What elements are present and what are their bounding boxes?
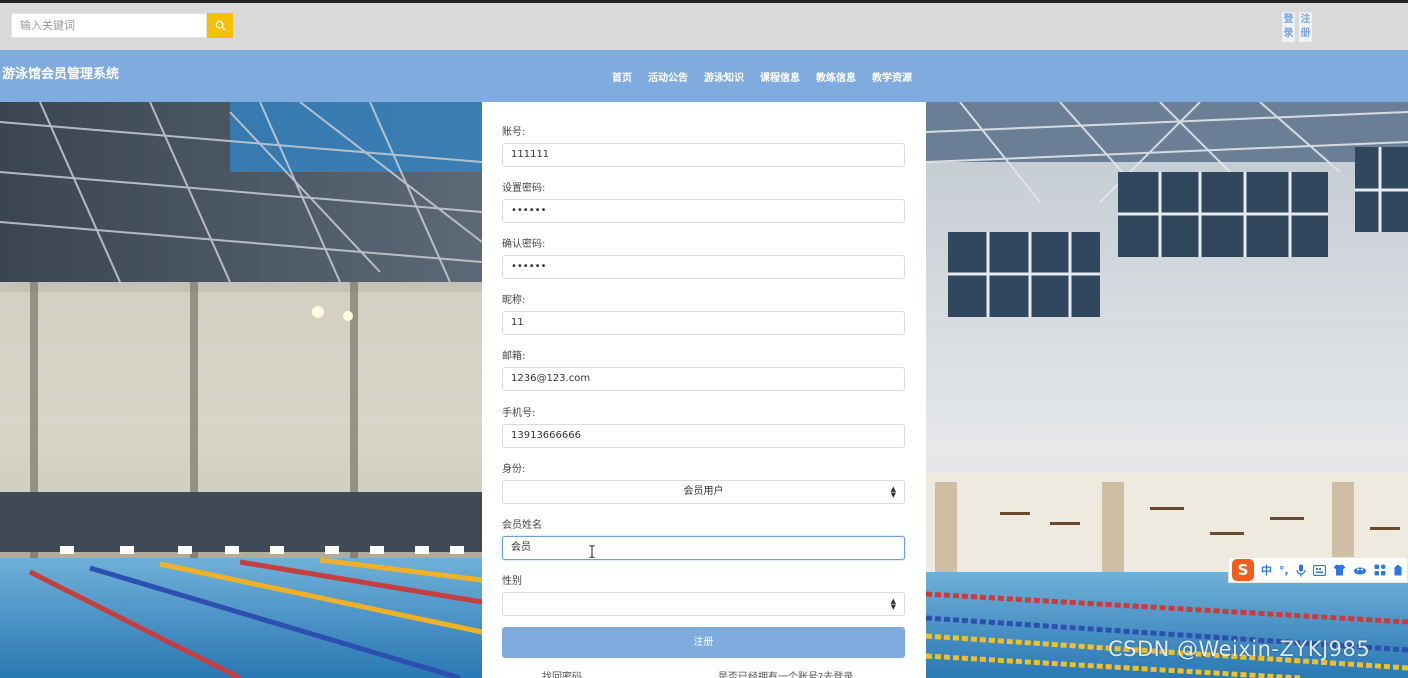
keyboard-icon[interactable] [1312, 564, 1326, 576]
account-label: 账号: [502, 127, 526, 138]
text-cursor-icon [589, 545, 595, 558]
login-link[interactable]: 登录 [1282, 12, 1295, 42]
register-form: 账号: 111111 设置密码: •••••• 确认密码: •••••• 昵称:… [482, 102, 926, 678]
site-title: 游泳馆会员管理系统 [2, 67, 120, 82]
gender-select[interactable]: ▲ ▼ [502, 592, 905, 616]
go-login-link[interactable]: 是否已经拥有一个账号?去登录 [718, 668, 853, 678]
email-input[interactable]: 1236@123.com [502, 367, 905, 391]
register-button[interactable]: 注册 [502, 627, 905, 658]
role-label: 身份: [502, 464, 526, 475]
nickname-input[interactable]: 11 [502, 311, 905, 335]
gender-label: 性别 [502, 576, 522, 587]
forgot-password-link[interactable]: 找回密码 [542, 668, 582, 678]
nav-item-home[interactable]: 首页 [612, 69, 632, 84]
microphone-icon[interactable] [1296, 564, 1306, 577]
skin-shirt-icon[interactable] [1333, 564, 1346, 576]
select-arrows-icon: ▲ ▼ [890, 597, 896, 611]
select-arrows-icon: ▲ ▼ [890, 485, 896, 499]
nav-item-resources[interactable]: 教学资源 [872, 69, 912, 84]
phone-input[interactable]: 13913666666 [502, 424, 905, 448]
csdn-watermark: CSDN @Weixin-ZYKJ985 [1108, 637, 1371, 661]
nav-item-coaches[interactable]: 教练信息 [816, 69, 856, 84]
member-name-label: 会员姓名 [502, 520, 542, 531]
search-icon [215, 20, 226, 31]
register-link[interactable]: 注册 [1299, 12, 1312, 42]
ime-punctuation-toggle[interactable]: °, [1279, 564, 1289, 577]
ime-mode-toggle[interactable]: 中 [1261, 562, 1272, 578]
top-bar: 输入关键词 登录 注册 [0, 0, 1408, 50]
nav-item-swim-knowledge[interactable]: 游泳知识 [704, 69, 744, 84]
sogou-logo-icon[interactable]: S [1232, 559, 1254, 581]
nav-item-announcements[interactable]: 活动公告 [648, 69, 688, 84]
account-input[interactable]: 111111 [502, 143, 905, 167]
main-nav: 首页 活动公告 游泳知识 课程信息 教练信息 教学资源 [612, 69, 928, 84]
nav-bar: 游泳馆会员管理系统 首页 活动公告 游泳知识 课程信息 教练信息 教学资源 [0, 50, 1408, 102]
search-button[interactable] [207, 13, 233, 38]
password-label: 设置密码: [502, 183, 546, 194]
toolbox-grid-icon[interactable] [1374, 564, 1386, 576]
cloud-icon[interactable] [1353, 565, 1367, 575]
email-label: 邮箱: [502, 351, 526, 362]
role-select-value: 会员用户 [683, 486, 724, 497]
settings-icon[interactable] [1393, 564, 1403, 576]
nickname-label: 昵称: [502, 295, 526, 306]
member-name-input[interactable]: 会员 [502, 536, 905, 560]
password-input[interactable]: •••••• [502, 199, 905, 223]
search-input[interactable]: 输入关键词 [11, 13, 207, 38]
ime-toolbar: S 中 °, [1228, 557, 1408, 583]
member-name-value: 会员 [511, 542, 531, 553]
confirm-password-label: 确认密码: [502, 239, 546, 250]
role-select[interactable]: 会员用户 ▲ ▼ [502, 480, 905, 504]
phone-label: 手机号: [502, 408, 536, 419]
nav-item-courses[interactable]: 课程信息 [760, 69, 800, 84]
confirm-password-input[interactable]: •••••• [502, 255, 905, 279]
